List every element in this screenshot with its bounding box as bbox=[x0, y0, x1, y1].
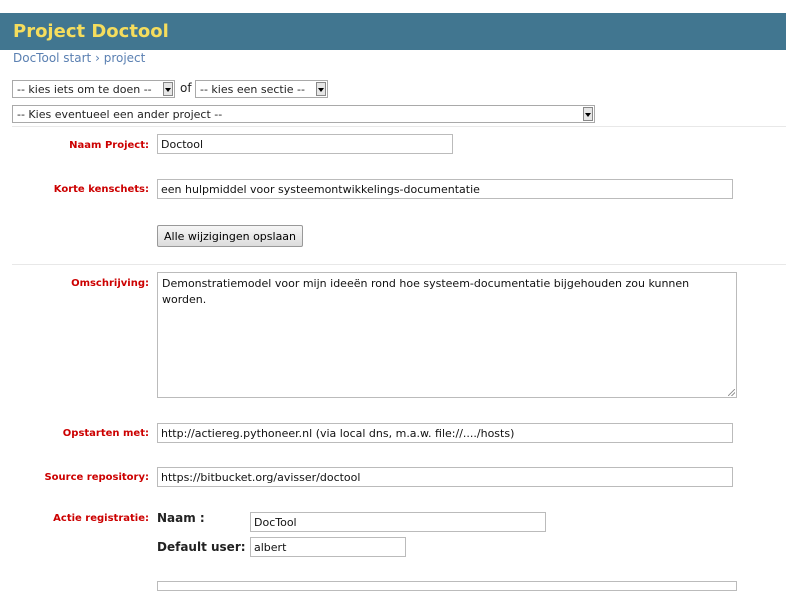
save-all-button[interactable]: Alle wijzigingen opslaan bbox=[157, 225, 304, 247]
actie-naam-label: Naam : bbox=[157, 511, 205, 525]
breadcrumb-separator: › bbox=[91, 51, 104, 65]
chevron-down-icon bbox=[163, 82, 173, 96]
default-user-input[interactable]: albert bbox=[250, 537, 406, 557]
opstarten-input[interactable]: http://actiereg.pythoneer.nl (via local … bbox=[157, 423, 733, 443]
page-title: Project Doctool bbox=[13, 21, 169, 42]
actie-registratie-label: Actie registratie: bbox=[53, 513, 149, 524]
breadcrumb-current: project bbox=[103, 51, 146, 65]
actie-naam-input[interactable]: DocTool bbox=[250, 512, 546, 532]
naam-project-label: Naam Project: bbox=[69, 140, 149, 151]
next-field-input[interactable] bbox=[157, 581, 737, 591]
breadcrumb: DocTool start › project bbox=[13, 51, 145, 65]
opstarten-label: Opstarten met: bbox=[62, 428, 149, 439]
section-select[interactable]: -- kies een sectie -- bbox=[195, 80, 328, 98]
korte-kenschets-input[interactable]: een hulpmiddel voor systeemontwikkelings… bbox=[157, 179, 733, 199]
default-user-label: Default user: bbox=[157, 540, 246, 554]
source-repository-input[interactable]: https://bitbucket.org/avisser/doctool bbox=[157, 467, 733, 487]
omschrijving-label: Omschrijving: bbox=[71, 278, 149, 289]
korte-kenschets-label: Korte kenschets: bbox=[53, 184, 149, 195]
naam-project-input[interactable]: Doctool bbox=[157, 134, 453, 154]
action-select[interactable]: -- kies iets om te doen -- bbox=[12, 80, 175, 98]
action-select-value: -- kies iets om te doen -- bbox=[17, 83, 152, 96]
breadcrumb-home-link[interactable]: DocTool start bbox=[13, 51, 91, 65]
section-select-value: -- kies een sectie -- bbox=[200, 83, 305, 96]
next-field-label bbox=[4, 586, 149, 591]
omschrijving-text: Demonstratiemodel voor mijn ideeën rond … bbox=[162, 277, 690, 306]
omschrijving-textarea[interactable]: Demonstratiemodel voor mijn ideeën rond … bbox=[157, 272, 737, 398]
divider bbox=[12, 126, 786, 127]
chevron-down-icon bbox=[316, 82, 326, 96]
resize-grip-icon[interactable] bbox=[728, 389, 735, 396]
page-header: Project Doctool bbox=[0, 13, 786, 50]
or-text: of bbox=[180, 81, 192, 95]
divider bbox=[12, 264, 786, 265]
chevron-down-icon bbox=[583, 107, 593, 121]
project-select[interactable]: -- Kies eventueel een ander project -- bbox=[12, 105, 595, 123]
source-repository-label: Source repository: bbox=[44, 472, 149, 483]
project-select-value: -- Kies eventueel een ander project -- bbox=[17, 108, 223, 121]
